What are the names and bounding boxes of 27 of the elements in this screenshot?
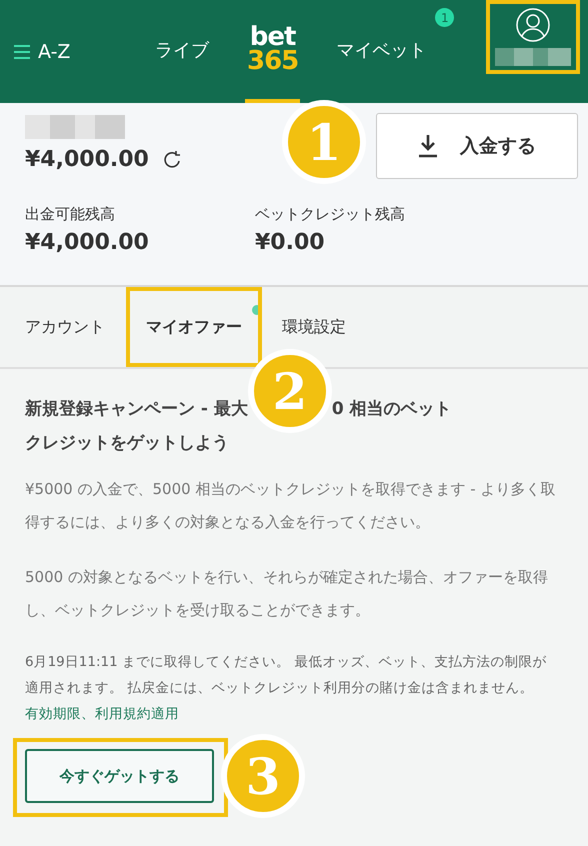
account-button[interactable] xyxy=(492,6,574,68)
download-icon xyxy=(418,134,438,158)
offer-title: 0 相当のベット xyxy=(332,398,452,420)
tab[interactable]: 環境設定 xyxy=(282,316,346,338)
menu-icon xyxy=(14,44,30,60)
offer-title: クレジットをゲットしよう xyxy=(25,432,229,454)
nav-link[interactable]: ライブ xyxy=(149,0,215,103)
terms-link[interactable]: 有効期限、利用規約適用 xyxy=(25,701,558,727)
balance-value: ¥0.00 xyxy=(255,230,326,255)
balance-amount: ¥4,000.00 xyxy=(25,147,149,172)
offer-title: 新規登録キャンペーン - 最大 xyxy=(25,398,248,420)
deposit-button[interactable]: 入金する xyxy=(376,113,578,179)
balance-value: ¥4,000.00 xyxy=(25,230,150,255)
tab[interactable]: マイオファー xyxy=(146,316,242,338)
balance-label: 出金可能残高 xyxy=(25,205,116,224)
step-number: 3 xyxy=(221,734,305,818)
menu-button[interactable]: A-Z xyxy=(14,0,149,103)
menu-label: A-Z xyxy=(38,40,70,62)
claim-button[interactable]: 今すぐゲットする xyxy=(25,749,214,803)
tab[interactable]: アカウント xyxy=(25,316,105,338)
terms-text: 6月19日11:11 までに取得してください。 最低オッズ、ベット、支払方法の制限が適用されます。 払戻金には、ベットクレジット利用分の賭け金は含まれません。 xyxy=(25,653,548,698)
count-badge: 1 xyxy=(435,8,454,27)
balance-label: ベットクレジット残高 xyxy=(255,205,406,224)
step-number: 2 xyxy=(248,349,332,433)
offer-description: ¥5000 の入金で、5000 相当のベットクレジットを取得できます - より多く取得するには、より多くの対象となる入金を行ってください。 xyxy=(25,479,556,533)
offer-description: 5000 の対象となるベットを行い、それらが確定された場合、オファーを取得し、ベットクレジットを受け取ることができます。 xyxy=(25,567,549,621)
user-icon xyxy=(516,8,550,42)
